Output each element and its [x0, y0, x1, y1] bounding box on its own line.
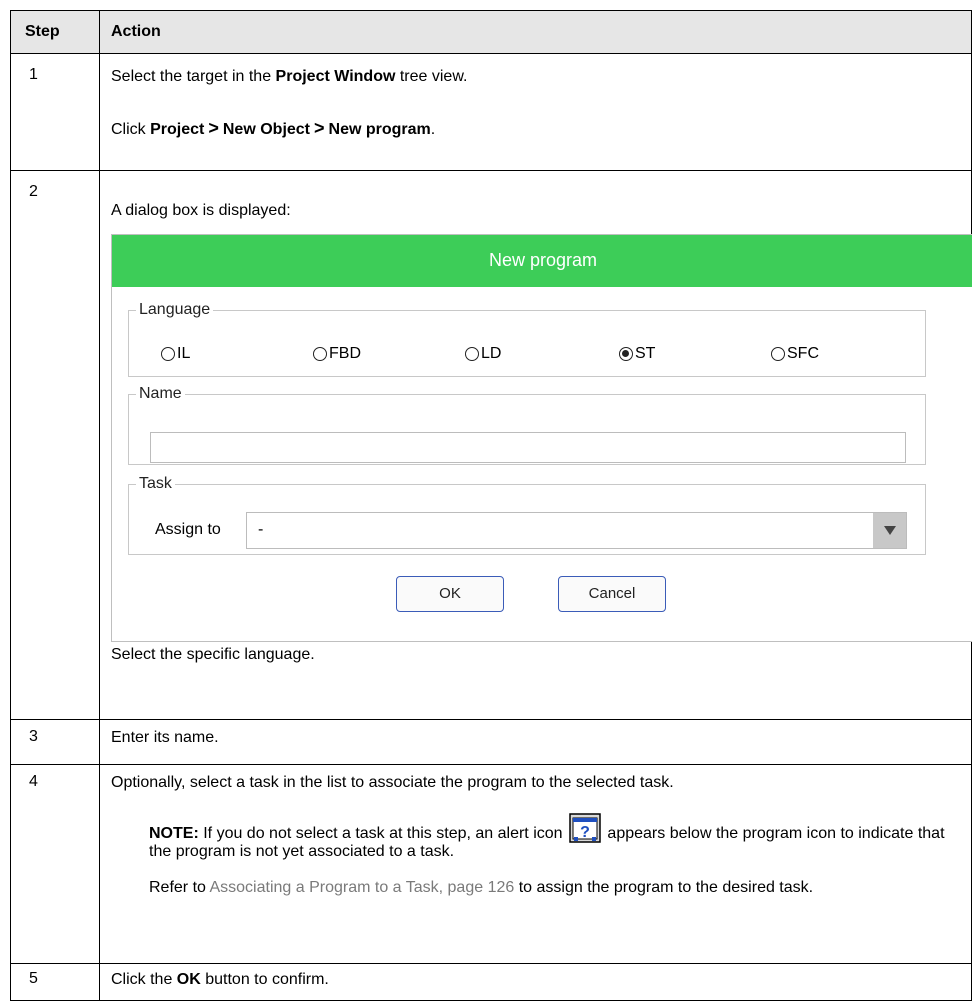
language-group: Language IL FBD LD ST SFC: [128, 301, 926, 377]
step5-text: Click the OK button to confirm.: [111, 970, 961, 990]
step-action: A dialog box is displayed: New program L…: [99, 170, 972, 720]
text: Select the target in the: [111, 68, 276, 85]
bold-text: OK: [176, 971, 201, 988]
radio-circle: [313, 347, 327, 361]
radio-st[interactable]: ST: [619, 345, 655, 363]
text: If you do not select a task at this step…: [198, 825, 567, 842]
text: .: [430, 121, 436, 138]
steps-table: Step Action 1 Select the target in the P…: [10, 10, 972, 1001]
header-row: Step Action: [10, 10, 972, 54]
text: to assign the program to the desired tas…: [514, 879, 814, 896]
step3-text: Enter its name.: [111, 729, 219, 746]
step-action: Click the OK button to confirm.: [99, 963, 972, 1001]
menu-new-program: New program: [328, 121, 431, 138]
radio-label: IL: [177, 345, 191, 362]
radio-circle: [771, 347, 785, 361]
new-program-dialog: New program Language IL FBD LD ST SFC Na…: [111, 234, 972, 642]
text: button to confirm.: [200, 971, 329, 988]
name-group-label: Name: [139, 385, 182, 402]
dialog-title: New program: [112, 235, 972, 287]
refer-text: Refer to Associating a Program to a Task…: [149, 879, 961, 897]
dropdown-button[interactable]: [873, 513, 906, 548]
menu-project: Project: [150, 121, 205, 138]
language-group-label: Language: [139, 301, 211, 318]
bold-text: Project Window: [275, 68, 396, 85]
associating-program-link[interactable]: Associating a Program to a Task, page 12…: [209, 879, 514, 896]
step-number: 4: [10, 764, 100, 964]
task-group-label: Task: [139, 475, 172, 492]
action-header: Action: [99, 10, 972, 54]
separator: >: [208, 118, 219, 138]
assign-to-select[interactable]: -: [246, 512, 907, 549]
svg-text:?: ?: [580, 824, 590, 841]
assign-to-value: -: [258, 521, 264, 538]
step-number: 2: [10, 170, 100, 720]
text: Click: [111, 121, 151, 138]
table-row: 2 A dialog box is displayed: New program…: [10, 170, 972, 720]
task-group: Task Assign to -: [128, 475, 926, 555]
table-row: 5 Click the OK button to confirm.: [10, 963, 972, 1001]
radio-fbd[interactable]: FBD: [313, 345, 361, 363]
radio-label: SFC: [787, 345, 819, 362]
step2-outro: Select the specific language.: [111, 646, 315, 663]
assign-to-label: Assign to: [155, 521, 221, 538]
step-action: Select the target in the Project Window …: [99, 53, 972, 171]
table-row: 3 Enter its name.: [10, 719, 972, 765]
text: Refer to: [149, 879, 210, 896]
separator: >: [314, 118, 325, 138]
radio-circle: [161, 347, 175, 361]
step2-intro: A dialog box is displayed:: [111, 202, 291, 219]
step4-text: Optionally, select a task in the list to…: [111, 774, 674, 791]
name-input[interactable]: [150, 432, 906, 463]
radio-label: ST: [635, 345, 656, 362]
ok-button[interactable]: OK: [396, 576, 504, 612]
name-group: Name: [128, 385, 926, 465]
radio-il[interactable]: IL: [161, 345, 190, 363]
radio-sfc[interactable]: SFC: [771, 345, 819, 363]
step-number: 5: [10, 963, 100, 1001]
radio-circle-selected: [619, 347, 633, 361]
radio-label: FBD: [329, 345, 361, 362]
text: tree view.: [395, 68, 468, 85]
note-label: NOTE:: [149, 825, 199, 842]
step-action: Optionally, select a task in the list to…: [99, 764, 972, 964]
step-number: 3: [10, 719, 100, 765]
step-number: 1: [10, 53, 100, 171]
note-block: NOTE: If you do not select a task at thi…: [149, 813, 961, 897]
radio-circle: [465, 347, 479, 361]
radio-ld[interactable]: LD: [465, 345, 501, 363]
alert-question-icon: ?: [569, 813, 601, 843]
note-text: NOTE: If you do not select a task at thi…: [149, 813, 961, 861]
step1-line2: Click Project > New Object > New program.: [111, 118, 961, 140]
step1-line1: Select the target in the Project Window …: [111, 67, 961, 87]
chevron-down-icon: [883, 526, 896, 535]
text: Click the: [111, 971, 177, 988]
radio-label: LD: [481, 345, 502, 362]
table-row: 4 Optionally, select a task in the list …: [10, 764, 972, 964]
table-row: 1 Select the target in the Project Windo…: [10, 53, 972, 171]
cancel-button[interactable]: Cancel: [558, 576, 666, 612]
step-action: Enter its name.: [99, 719, 972, 765]
step-header: Step: [10, 10, 100, 54]
menu-new-object: New Object: [222, 121, 311, 138]
